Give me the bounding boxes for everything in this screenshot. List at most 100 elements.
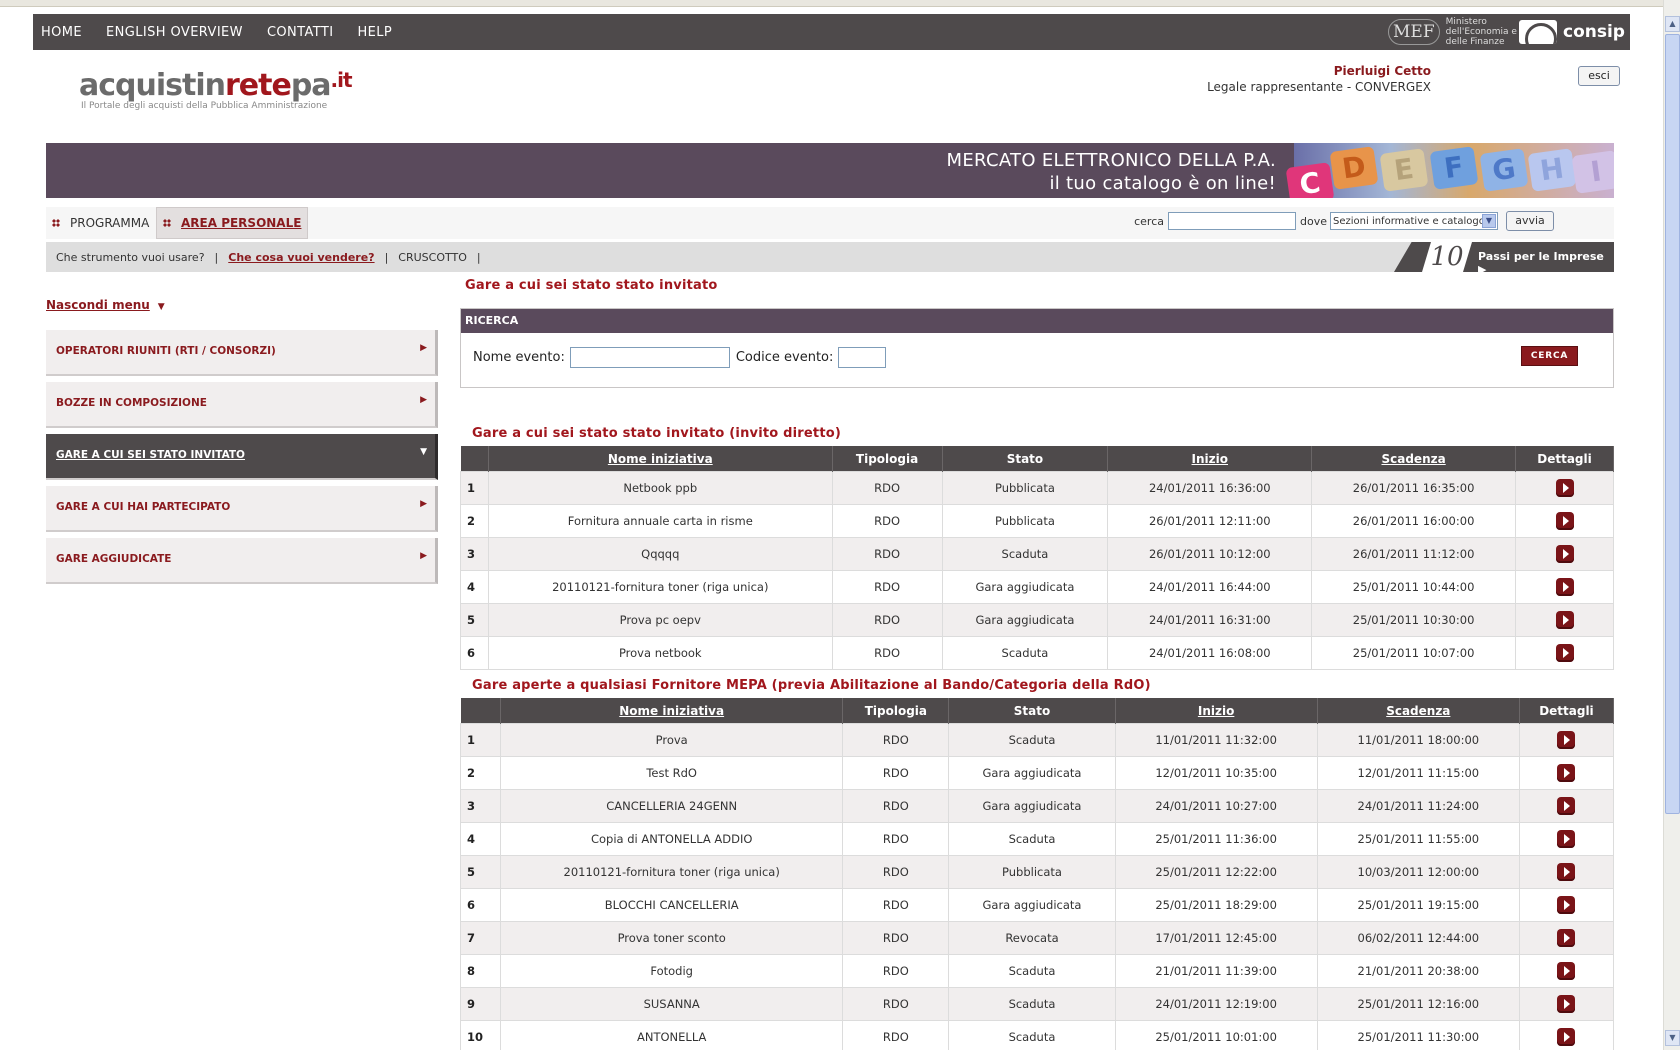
- inizio-cell: 11/01/2011 11:32:00: [1114, 723, 1318, 757]
- nome-iniziativa-cell: Qqqqq: [487, 537, 833, 571]
- details-arrow-icon[interactable]: [1557, 995, 1576, 1013]
- sidebar-item-gare-partecipato[interactable]: GARE A CUI HAI PARTECIPATO ▶: [46, 486, 438, 532]
- stato-cell: Scaduta: [948, 822, 1116, 856]
- inizio-cell: 12/01/2011 10:35:00: [1114, 756, 1318, 790]
- sidebar-item-bozze[interactable]: BOZZE IN COMPOSIZIONE ▶: [46, 382, 438, 428]
- dettagli-cell: [1518, 888, 1615, 922]
- details-arrow-icon[interactable]: [1557, 896, 1576, 914]
- page: HOME ENGLISH OVERVIEW CONTATTI HELP MEF …: [0, 0, 1663, 1050]
- banner-tile: D: [1329, 146, 1379, 190]
- search-input[interactable]: [1168, 212, 1296, 230]
- consip-logo-link[interactable]: consip: [1519, 18, 1625, 46]
- logout-button[interactable]: esci: [1578, 66, 1620, 86]
- mef-logo-link[interactable]: MEF Ministero dell'Economia e delle Fina…: [1388, 17, 1522, 47]
- hide-menu-link[interactable]: Nascondi menu ▼: [46, 298, 165, 312]
- scroll-thumb[interactable]: [1665, 34, 1680, 814]
- table-row: 5 Prova pc oepv RDO Gara aggiudicata 24/01/2…: [460, 603, 1614, 637]
- details-arrow-icon[interactable]: [1557, 1028, 1576, 1046]
- row-number-cell: 5: [460, 603, 489, 637]
- row-number-cell: 5: [459, 855, 502, 889]
- scroll-up-icon[interactable]: ▲: [1665, 16, 1680, 32]
- inizio-cell: 24/01/2011 16:36:00: [1107, 471, 1313, 505]
- col-tipologia-header: Tipologia: [832, 446, 943, 472]
- details-arrow-icon[interactable]: [1555, 512, 1574, 530]
- scadenza-cell: 10/03/2011 12:00:00: [1316, 855, 1520, 889]
- sidebar-item-rti[interactable]: OPERATORI RIUNITI (RTI / CONSORZI) ▶: [46, 330, 438, 376]
- search-submit-button[interactable]: avvia: [1506, 211, 1554, 231]
- nav-contatti[interactable]: CONTATTI: [267, 25, 334, 40]
- site-logo-brand: acquistinretepa.it: [79, 68, 353, 103]
- sidebar-menu: OPERATORI RIUNITI (RTI / CONSORZI) ▶ BOZZ…: [46, 330, 438, 590]
- nav-home[interactable]: HOME: [41, 25, 82, 40]
- separator: |: [214, 250, 219, 264]
- col-tipologia-header: Tipologia: [842, 698, 950, 724]
- sidebar-item-gare-aggiudicate[interactable]: GARE AGGIUDICATE ▶: [46, 538, 438, 584]
- row-number-cell: 3: [459, 789, 502, 823]
- details-arrow-icon[interactable]: [1555, 545, 1574, 563]
- banner-tile: F: [1429, 146, 1479, 190]
- banner-tile: C: [1285, 162, 1335, 198]
- search-panel-fields: Nome evento: Codice evento:: [473, 347, 892, 368]
- logo-part-1: acquistin: [79, 68, 226, 103]
- banner-tile: H: [1527, 148, 1577, 192]
- row-number-cell: 1: [460, 471, 489, 505]
- cruscotto-link[interactable]: CRUSCOTTO: [398, 251, 467, 264]
- dettagli-cell: [1518, 954, 1615, 988]
- tab-programma[interactable]: PROGRAMMA: [52, 207, 149, 239]
- scroll-down-icon[interactable]: ▼: [1665, 1030, 1680, 1046]
- mepa-banner[interactable]: MERCATO ELETTRONICO DELLA P.A. il tuo ca…: [46, 143, 1614, 198]
- scadenza-cell: 26/01/2011 16:35:00: [1311, 471, 1516, 505]
- dots-icon: [163, 219, 171, 227]
- scadenza-cell: 25/01/2011 11:55:00: [1316, 822, 1520, 856]
- details-arrow-icon[interactable]: [1557, 797, 1576, 815]
- dettagli-cell: [1515, 603, 1614, 637]
- codice-evento-input[interactable]: [838, 347, 887, 368]
- row-number-cell: 3: [460, 537, 489, 571]
- sidebar-item-gare-invitato[interactable]: GARE A CUI SEI STATO INVITATO ▼: [46, 434, 438, 480]
- nome-iniziativa-cell: 20110121-fornitura toner (riga unica): [500, 855, 844, 889]
- col-inizio-header[interactable]: Inizio: [1115, 698, 1318, 724]
- row-number-cell: 9: [459, 987, 502, 1021]
- table-row: 7 Prova toner sconto RDO Revocata 17/01/2011…: [459, 921, 1615, 955]
- details-arrow-icon[interactable]: [1557, 830, 1576, 848]
- passi-imprese-link[interactable]: 10 Passi per le Imprese ▶: [1394, 242, 1614, 272]
- tipologia-cell: RDO: [831, 636, 943, 670]
- nav-help[interactable]: HELP: [357, 25, 392, 40]
- stato-cell: Pubblicata: [948, 855, 1116, 889]
- dettagli-cell: [1515, 471, 1614, 505]
- table-header-row: Nome iniziativa Tipologia Stato Inizio S…: [460, 446, 1614, 472]
- col-nome-header[interactable]: Nome iniziativa: [488, 446, 833, 472]
- details-arrow-icon[interactable]: [1557, 929, 1576, 947]
- site-logo[interactable]: acquistinretepa.it Il Portale degli acqu…: [79, 68, 353, 111]
- details-arrow-icon[interactable]: [1555, 578, 1574, 596]
- tab-area-personale[interactable]: AREA PERSONALE: [156, 207, 309, 239]
- stato-cell: Revocata: [948, 921, 1116, 955]
- row-number-cell: 6: [460, 636, 489, 670]
- dettagli-cell: [1518, 789, 1615, 823]
- details-arrow-icon[interactable]: [1557, 764, 1576, 782]
- nav-english-overview[interactable]: ENGLISH OVERVIEW: [106, 25, 243, 40]
- nome-iniziativa-cell: CANCELLERIA 24GENN: [500, 789, 844, 823]
- row-number-cell: 2: [460, 504, 489, 538]
- col-scadenza-header[interactable]: Scadenza: [1311, 446, 1516, 472]
- col-inizio-header[interactable]: Inizio: [1107, 446, 1313, 472]
- nome-iniziativa-cell: SUSANNA: [500, 987, 844, 1021]
- cerca-button[interactable]: CERCA: [1521, 346, 1578, 366]
- details-arrow-icon[interactable]: [1555, 479, 1574, 497]
- col-nome-header[interactable]: Nome iniziativa: [500, 698, 844, 724]
- nome-evento-input[interactable]: [569, 347, 730, 368]
- details-arrow-icon[interactable]: [1557, 863, 1576, 881]
- col-scadenza-header[interactable]: Scadenza: [1317, 698, 1520, 724]
- sell-link[interactable]: Che cosa vuoi vendere?: [228, 251, 374, 264]
- details-arrow-icon[interactable]: [1557, 731, 1576, 749]
- where-select[interactable]: Sezioni informative e catalogo ▼: [1330, 212, 1498, 230]
- details-arrow-icon[interactable]: [1555, 644, 1574, 662]
- scadenza-cell: 11/01/2011 18:00:00: [1316, 723, 1520, 757]
- details-arrow-icon[interactable]: [1557, 962, 1576, 980]
- details-arrow-icon[interactable]: [1555, 611, 1574, 629]
- vertical-scrollbar[interactable]: ▲ ▼: [1663, 0, 1680, 1050]
- stato-cell: Scaduta: [948, 954, 1116, 988]
- dettagli-cell: [1518, 723, 1615, 757]
- dettagli-cell: [1515, 636, 1614, 670]
- nome-iniziativa-cell: Prova netbook: [487, 636, 833, 670]
